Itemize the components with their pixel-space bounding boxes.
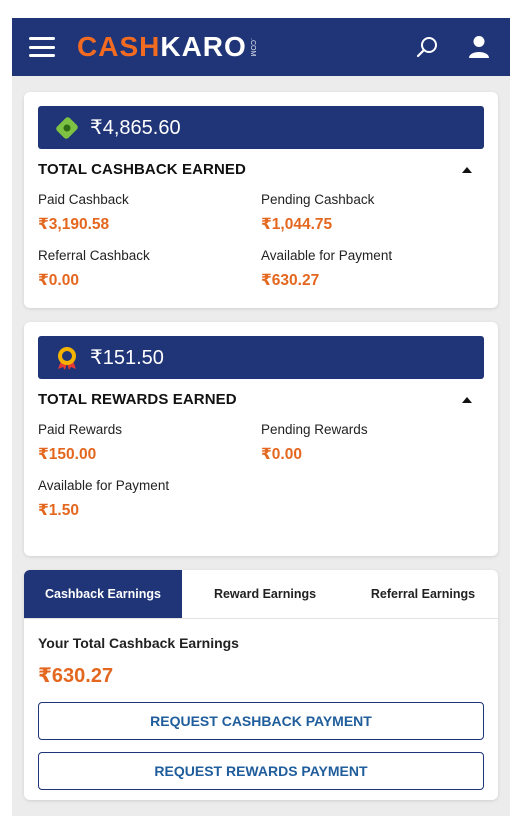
total-earnings-value: ₹630.27: [38, 665, 114, 687]
earnings-panel: Cashback Earnings Reward Earnings Referr…: [24, 570, 498, 800]
top-navigation-bar: CASH KARO .COM: [12, 18, 510, 76]
tab-referral-earnings[interactable]: Referral Earnings: [348, 570, 498, 618]
pending-cashback-label: Pending Cashback: [261, 192, 375, 207]
tab-reward-earnings[interactable]: Reward Earnings: [182, 570, 348, 618]
cashback-total-bar: ₹4,865.60: [38, 106, 484, 149]
cashback-summary-card: ₹4,865.60 TOTAL CASHBACK EARNED Paid Cas…: [24, 92, 498, 308]
available-cashback-item: Available for Payment ₹630.27: [261, 248, 484, 290]
logo-cash-text: CASH: [77, 31, 161, 62]
app-viewport: CASH KARO .COM ₹4,865.60 TOTAL CASHBACK …: [12, 18, 510, 816]
rewards-total-amount: ₹151.50: [90, 347, 164, 369]
pending-cashback-item: Pending Cashback ₹1,044.75: [261, 192, 484, 234]
tab-cashback-earnings[interactable]: Cashback Earnings: [24, 570, 182, 618]
collapse-caret-icon[interactable]: [462, 166, 472, 173]
referral-cashback-item: Referral Cashback ₹0.00: [38, 248, 261, 290]
pending-rewards-label: Pending Rewards: [261, 422, 368, 437]
paid-rewards-label: Paid Rewards: [38, 422, 123, 437]
available-cashback-label: Available for Payment: [261, 248, 393, 263]
pending-rewards-value: ₹0.00: [261, 446, 302, 463]
rewards-total-bar: ₹151.50: [38, 336, 484, 379]
pending-rewards-item: Pending Rewards ₹0.00: [261, 422, 484, 464]
cashkaro-logo[interactable]: CASH KARO .COM: [77, 31, 256, 62]
pending-cashback-value: ₹1,044.75: [261, 216, 333, 233]
available-rewards-item: Available for Payment ₹1.50: [38, 478, 261, 520]
cashback-total-amount: ₹4,865.60: [90, 117, 181, 139]
request-rewards-payment-button[interactable]: REQUEST REWARDS PAYMENT: [38, 752, 484, 790]
reward-badge-icon: [54, 345, 80, 371]
referral-cashback-label: Referral Cashback: [38, 248, 150, 263]
rewards-section-title: TOTAL REWARDS EARNED: [38, 391, 237, 408]
total-earnings-label: Your Total Cashback Earnings: [38, 635, 239, 651]
earnings-tabs: Cashback Earnings Reward Earnings Referr…: [24, 570, 498, 619]
available-rewards-value: ₹1.50: [38, 502, 79, 519]
request-cashback-payment-button[interactable]: REQUEST CASHBACK PAYMENT: [38, 702, 484, 740]
collapse-caret-icon[interactable]: [462, 396, 472, 403]
user-icon[interactable]: [466, 34, 492, 60]
referral-cashback-value: ₹0.00: [38, 272, 79, 289]
menu-icon[interactable]: [29, 37, 55, 57]
paid-rewards-value: ₹150.00: [38, 446, 97, 463]
search-icon[interactable]: [414, 34, 440, 60]
paid-cashback-label: Paid Cashback: [38, 192, 129, 207]
cashback-section-title: TOTAL CASHBACK EARNED: [38, 161, 246, 178]
logo-com-text: .COM: [248, 37, 256, 57]
paid-cashback-value: ₹3,190.58: [38, 216, 110, 233]
wallet-icon: [54, 115, 80, 141]
paid-rewards-item: Paid Rewards ₹150.00: [38, 422, 261, 464]
available-cashback-value: ₹630.27: [261, 272, 320, 289]
logo-karo-text: KARO: [160, 31, 247, 62]
available-rewards-label: Available for Payment: [38, 478, 170, 493]
paid-cashback-item: Paid Cashback ₹3,190.58: [38, 192, 261, 234]
rewards-summary-card: ₹151.50 TOTAL REWARDS EARNED Paid Reward…: [24, 322, 498, 556]
